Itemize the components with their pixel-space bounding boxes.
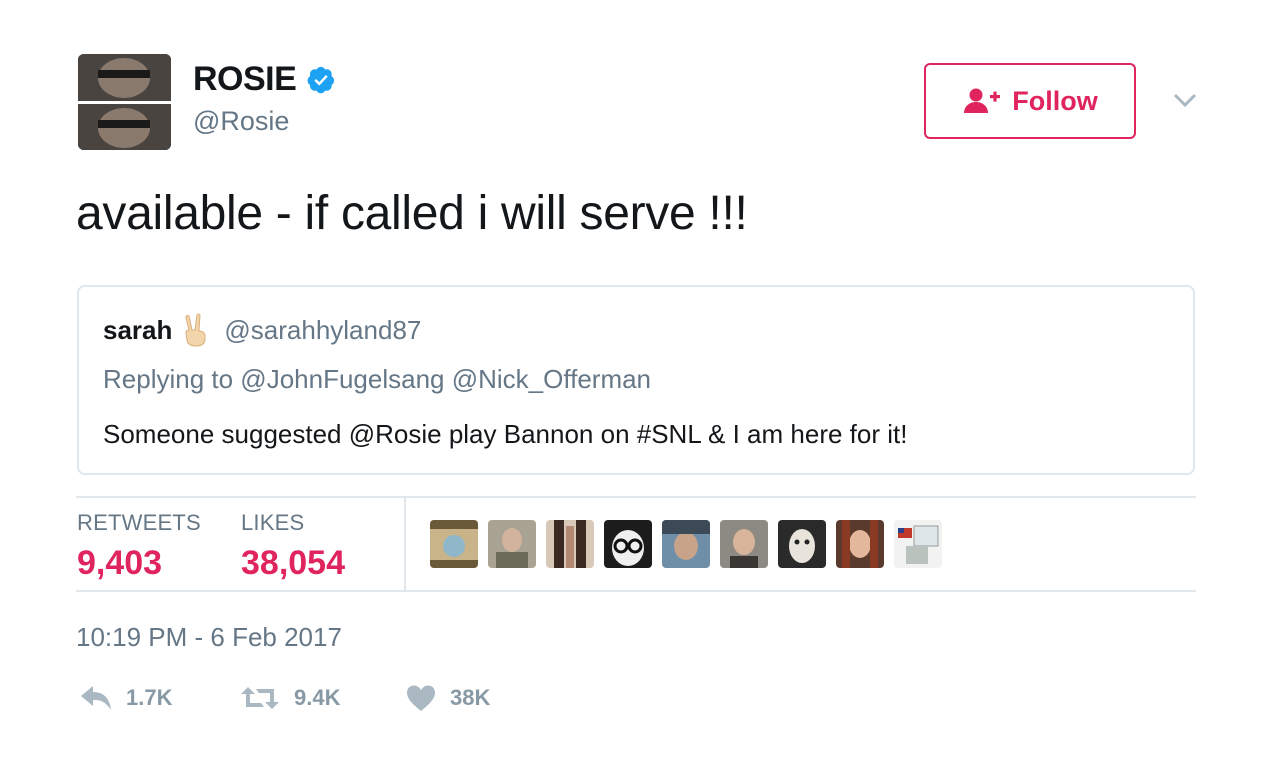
peace-hand-icon xyxy=(180,313,210,347)
liker-avatar[interactable] xyxy=(488,520,536,568)
liker-avatar[interactable] xyxy=(604,520,652,568)
liker-avatar[interactable] xyxy=(720,520,768,568)
retweets-value: 9,403 xyxy=(77,544,163,582)
quoted-reply-context: Replying to @JohnFugelsang @Nick_Offerma… xyxy=(103,364,652,394)
retweets-stat[interactable]: RETWEETS 9,403 xyxy=(77,510,201,583)
liker-avatar[interactable] xyxy=(546,520,594,568)
liker-avatars xyxy=(430,520,942,568)
heart-icon xyxy=(406,684,436,712)
retweet-icon xyxy=(240,685,280,711)
reply-icon xyxy=(80,685,112,711)
likes-stat[interactable]: LIKES 38,054 xyxy=(241,510,345,583)
follow-button-label: Follow xyxy=(1012,85,1098,116)
quoted-tweet[interactable]: sarah @sarahhyland87 Replying to @JohnFu… xyxy=(77,285,1195,475)
follow-button[interactable]: Follow xyxy=(924,63,1136,139)
liker-avatar[interactable] xyxy=(662,520,710,568)
stats-divider-top xyxy=(76,496,1196,498)
add-user-icon xyxy=(962,87,1002,115)
reply-button[interactable]: 1.7K xyxy=(80,685,240,711)
chevron-down-icon[interactable] xyxy=(1172,90,1198,110)
reply-count: 1.7K xyxy=(126,685,173,710)
tweet-text: available - if called i will serve !!! xyxy=(76,187,748,240)
stats-divider-vertical xyxy=(404,498,406,590)
liker-avatar[interactable] xyxy=(836,520,884,568)
author-handle[interactable]: @Rosie xyxy=(193,106,289,137)
retweets-label: RETWEETS xyxy=(77,510,201,535)
likes-label: LIKES xyxy=(241,510,305,535)
quoted-author-name: sarah xyxy=(103,314,173,345)
author-avatar[interactable] xyxy=(78,54,171,150)
stats-divider-bottom xyxy=(76,590,1196,592)
quoted-tweet-text: Someone suggested @Rosie play Bannon on … xyxy=(103,419,908,449)
liker-avatar[interactable] xyxy=(778,520,826,568)
like-button[interactable]: 38K xyxy=(406,684,526,712)
quoted-author-handle: @sarahhyland87 xyxy=(224,314,422,345)
liker-avatar[interactable] xyxy=(430,520,478,568)
like-count: 38K xyxy=(450,685,491,710)
likes-value: 38,054 xyxy=(241,544,345,582)
verified-badge-icon xyxy=(306,65,336,95)
avatar-image xyxy=(78,54,171,150)
author-display-name[interactable]: ROSIE xyxy=(193,60,297,99)
retweet-button[interactable]: 9.4K xyxy=(240,685,406,711)
tweet-actions: 1.7K 9.4K 38K xyxy=(80,684,526,712)
author-name-row: ROSIE xyxy=(193,60,336,99)
tweet-page: ROSIE @Rosie Follow available - if calle… xyxy=(0,0,1268,770)
retweet-count: 9.4K xyxy=(294,685,341,710)
tweet-timestamp[interactable]: 10:19 PM - 6 Feb 2017 xyxy=(76,622,342,653)
quoted-tweet-header: sarah @sarahhyland87 xyxy=(103,313,421,347)
liker-avatar[interactable] xyxy=(894,520,942,568)
